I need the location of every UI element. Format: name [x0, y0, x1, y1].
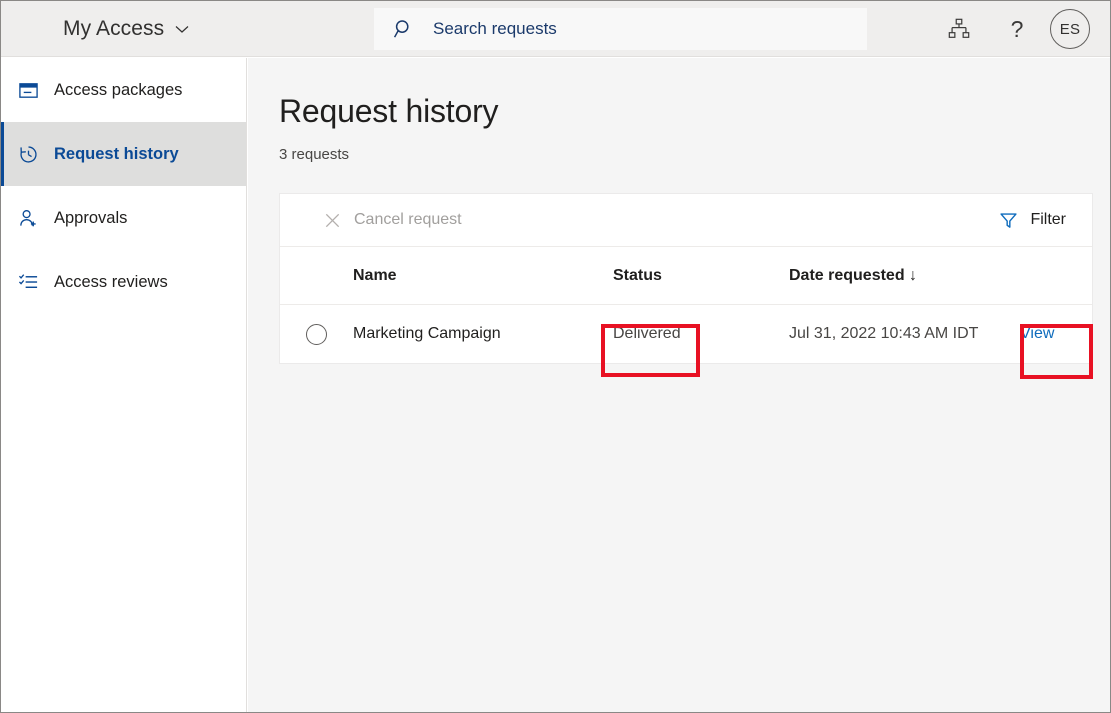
cancel-request-label: Cancel request	[354, 211, 462, 229]
column-header-name[interactable]: Name	[353, 267, 613, 285]
help-icon[interactable]: ?	[988, 1, 1046, 57]
filter-funnel-icon	[998, 210, 1018, 230]
sidebar: Access packages Request history	[1, 58, 247, 713]
sidebar-item-label: Access packages	[54, 81, 182, 100]
history-clock-icon	[17, 143, 39, 165]
my-access-window: My Access Search requests	[0, 0, 1111, 713]
row-select-cell	[280, 324, 353, 345]
sidebar-item-request-history[interactable]: Request history	[1, 122, 246, 186]
brand-menu[interactable]: My Access	[63, 17, 190, 41]
help-label: ?	[1011, 18, 1024, 41]
access-packages-icon	[17, 79, 39, 101]
sidebar-item-label: Access reviews	[54, 273, 168, 292]
filter-button[interactable]: Filter	[990, 200, 1078, 240]
sort-descending-icon: ↓	[909, 267, 917, 284]
column-header-date-label: Date requested	[789, 267, 905, 284]
sidebar-item-access-reviews[interactable]: Access reviews	[1, 250, 246, 314]
column-header-status[interactable]: Status	[613, 267, 789, 285]
sidebar-item-access-packages[interactable]: Access packages	[1, 58, 246, 122]
cell-actions: View	[1020, 325, 1092, 343]
table-header-row: Name Status Date requested ↓	[280, 247, 1092, 305]
main-content: Request history 3 requests Cancel reques…	[248, 58, 1110, 713]
avatar-initials: ES	[1060, 21, 1081, 38]
person-add-icon	[17, 207, 39, 229]
cell-date-requested: Jul 31, 2022 10:43 AM IDT	[789, 325, 1020, 343]
search-box[interactable]: Search requests	[374, 8, 867, 50]
avatar[interactable]: ES	[1050, 9, 1090, 49]
org-hierarchy-icon[interactable]	[930, 1, 988, 57]
app-title: My Access	[63, 17, 164, 41]
sidebar-item-approvals[interactable]: Approvals	[1, 186, 246, 250]
page-title: Request history	[279, 93, 1110, 130]
cell-status: Delivered	[613, 325, 789, 343]
request-count: 3 requests	[279, 146, 1110, 163]
requests-card: Cancel request Filter Name Status	[279, 193, 1093, 364]
search-input[interactable]: Search requests	[433, 19, 557, 39]
app-header: My Access Search requests	[1, 1, 1110, 57]
sidebar-item-label: Approvals	[54, 209, 127, 228]
search-icon	[393, 18, 415, 40]
cancel-request-button[interactable]: Cancel request	[314, 200, 470, 240]
chevron-down-icon	[174, 21, 190, 37]
cell-name: Marketing Campaign	[353, 325, 613, 343]
table-row[interactable]: Marketing Campaign Delivered Jul 31, 202…	[280, 305, 1092, 363]
checklist-icon	[17, 271, 39, 293]
close-x-icon	[322, 210, 342, 230]
header-actions: ? ES	[930, 1, 1110, 57]
command-bar: Cancel request Filter	[280, 194, 1092, 247]
filter-label: Filter	[1030, 211, 1066, 229]
view-link[interactable]: View	[1020, 325, 1054, 342]
column-header-date-requested[interactable]: Date requested ↓	[789, 267, 1020, 285]
requests-table: Name Status Date requested ↓ Marketing C…	[280, 247, 1092, 363]
row-select-radio[interactable]	[306, 324, 327, 345]
sidebar-item-label: Request history	[54, 145, 179, 164]
